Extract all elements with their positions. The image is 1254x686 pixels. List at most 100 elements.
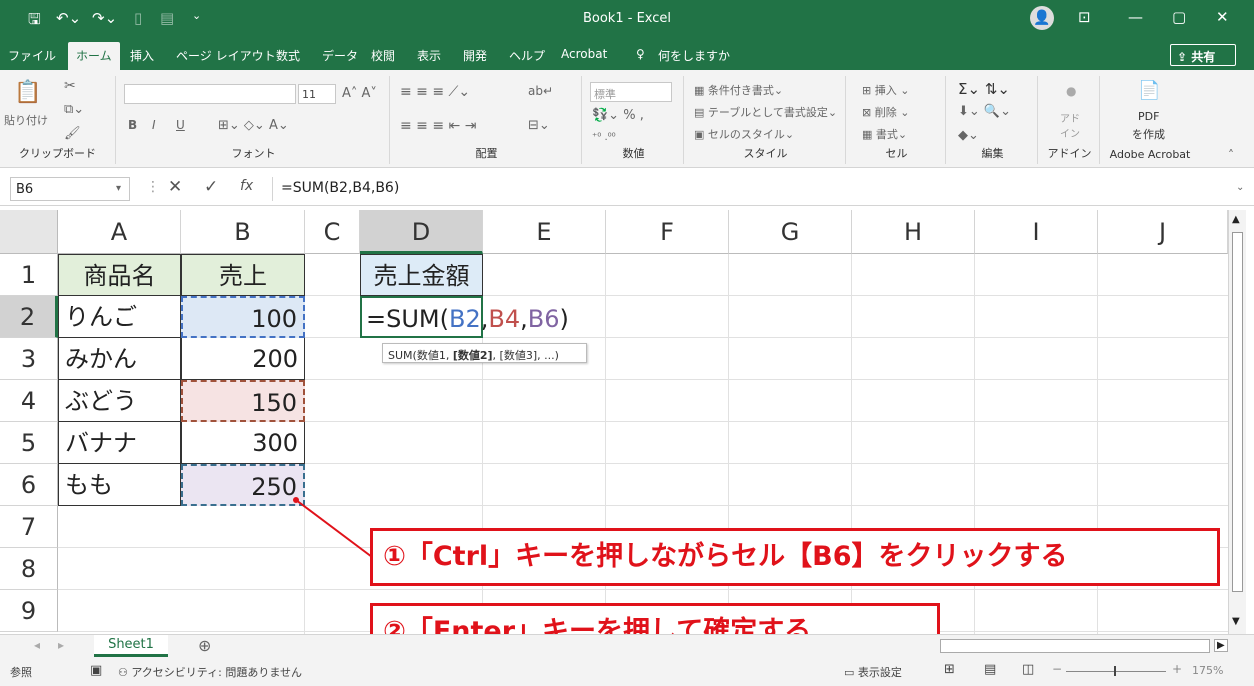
tab-help[interactable]: ヘルプ xyxy=(509,47,545,64)
clear-icon[interactable]: ◆⌄ xyxy=(958,128,979,143)
pdf-label[interactable]: PDF xyxy=(1138,110,1159,123)
scroll-down-icon[interactable]: ▼ xyxy=(1232,616,1240,627)
number-format-select[interactable]: 標準 xyxy=(590,82,672,102)
scroll-right-icon[interactable]: ▶ xyxy=(1214,639,1228,652)
cell-b2[interactable]: 100 xyxy=(181,296,305,338)
column-header[interactable]: F xyxy=(606,210,729,254)
close-icon[interactable]: ✕ xyxy=(1216,8,1229,26)
cell-styles-button[interactable]: ▣ セルのスタイル⌄ xyxy=(694,126,794,142)
addin-icon[interactable]: ● xyxy=(1066,84,1076,98)
cut-icon[interactable]: ✂ xyxy=(64,78,76,94)
minimize-icon[interactable]: — xyxy=(1128,8,1143,26)
column-header[interactable]: B xyxy=(181,210,305,254)
zoom-slider-thumb[interactable] xyxy=(1114,666,1116,676)
horizontal-scrollbar[interactable] xyxy=(940,639,1210,653)
scroll-up-icon[interactable]: ▲ xyxy=(1232,214,1240,225)
cell-a6[interactable]: もも xyxy=(58,464,181,506)
macro-icon[interactable]: ▣ xyxy=(90,663,102,678)
zoom-in-icon[interactable]: + xyxy=(1172,662,1182,676)
formula-input[interactable]: =SUM(B2,B4,B6) xyxy=(272,177,1232,201)
add-sheet-icon[interactable]: ⊕ xyxy=(198,636,211,655)
zoom-level[interactable]: 175% xyxy=(1192,664,1223,677)
tab-data[interactable]: データ xyxy=(322,47,358,64)
zoom-slider[interactable] xyxy=(1066,671,1166,672)
italic-button[interactable]: I xyxy=(152,118,156,132)
align-top-icon[interactable]: ≡ ≡ ≡ ⟋⌄ xyxy=(400,84,470,100)
format-cells-button[interactable]: ▦ 書式⌄ xyxy=(862,126,907,142)
row-header[interactable]: 9 xyxy=(0,590,58,632)
currency-icon[interactable]: 💱⌄ % , xyxy=(592,108,644,123)
page-layout-view-icon[interactable]: ▤ xyxy=(984,662,996,677)
wrap-text-icon[interactable]: ab↵ xyxy=(528,84,553,98)
pdf-icon[interactable]: 📄 xyxy=(1138,80,1160,101)
row-header[interactable]: 7 xyxy=(0,506,58,548)
zoom-out-icon[interactable]: − xyxy=(1052,662,1062,676)
copy-icon[interactable]: ⧉⌄ xyxy=(64,102,84,117)
scroll-thumb[interactable] xyxy=(1232,232,1243,592)
align-left-icon[interactable]: ≡ ≡ ≡ ⇤ ⇥ xyxy=(400,118,476,134)
accessibility-status[interactable]: ⚇ アクセシビリティ: 問題ありません xyxy=(118,664,302,680)
column-header[interactable]: H xyxy=(852,210,975,254)
tab-page-layout[interactable]: ページ レイアウト xyxy=(176,47,276,64)
cell-b4[interactable]: 150 xyxy=(181,380,305,422)
create-pdf-label[interactable]: を作成 xyxy=(1132,126,1165,142)
display-settings-button[interactable]: ▭ 表示設定 xyxy=(844,664,902,680)
column-header[interactable]: C xyxy=(305,210,360,254)
tab-view[interactable]: 表示 xyxy=(417,47,441,64)
column-header[interactable]: J xyxy=(1098,210,1228,254)
fill-icon[interactable]: ⬇⌄ 🔍⌄ xyxy=(958,104,1011,119)
tab-home[interactable]: ホーム xyxy=(68,42,120,70)
cell-b1[interactable]: 売上 xyxy=(181,254,305,296)
merge-icon[interactable]: ⊟⌄ xyxy=(528,118,550,133)
insert-cells-button[interactable]: ⊞ 挿入 ⌄ xyxy=(862,82,909,98)
share-button[interactable]: ⇪ 共有 ⌄ xyxy=(1170,44,1236,79)
cell-a4[interactable]: ぶどう xyxy=(58,380,181,422)
cell-a2[interactable]: りんご xyxy=(58,296,181,338)
ribbon-display-icon[interactable]: ⊡ xyxy=(1078,8,1091,26)
row-header[interactable]: 3 xyxy=(0,338,58,380)
column-header[interactable]: A xyxy=(58,210,181,254)
row-header[interactable]: 2 xyxy=(0,296,58,338)
format-painter-icon[interactable]: 🖌 xyxy=(64,126,81,141)
column-header[interactable]: D xyxy=(360,210,483,254)
cell-a3[interactable]: みかん xyxy=(58,338,181,380)
tab-review[interactable]: 校閲 xyxy=(371,47,395,64)
decimal-icon[interactable]: ⁺⁰ .⁰⁰ xyxy=(592,132,616,143)
row-header[interactable]: 8 xyxy=(0,548,58,590)
insert-function-icon[interactable]: fx xyxy=(240,178,253,194)
paste-label[interactable]: 貼り付け xyxy=(4,112,48,128)
maximize-icon[interactable]: ▢ xyxy=(1172,8,1186,26)
row-header[interactable]: 5 xyxy=(0,422,58,464)
border-icon[interactable]: ⊞⌄ ◇⌄ A⌄ xyxy=(218,118,289,133)
column-header[interactable]: E xyxy=(483,210,606,254)
sheet-tab[interactable]: Sheet1 xyxy=(94,635,168,657)
user-avatar-icon[interactable]: 👤 xyxy=(1030,6,1054,30)
bold-button[interactable]: B xyxy=(128,118,137,132)
vertical-scrollbar[interactable]: ▲ ▼ xyxy=(1228,210,1246,634)
cell-b3[interactable]: 200 xyxy=(181,338,305,380)
column-header[interactable]: I xyxy=(975,210,1098,254)
tab-developer[interactable]: 開発 xyxy=(463,47,487,64)
row-header[interactable]: 4 xyxy=(0,380,58,422)
underline-button[interactable]: U xyxy=(176,118,185,132)
tab-acrobat[interactable]: Acrobat xyxy=(561,47,607,61)
cell-b6[interactable]: 250 xyxy=(181,464,305,506)
cell-b5[interactable]: 300 xyxy=(181,422,305,464)
cell-d2-editing[interactable]: =SUM(B2,B4,B6) xyxy=(360,296,569,338)
next-sheet-icon[interactable]: ▸ xyxy=(58,638,64,652)
tab-file[interactable]: ファイル xyxy=(8,47,56,64)
row-header[interactable]: 6 xyxy=(0,464,58,506)
collapse-ribbon-icon[interactable]: ˄ xyxy=(1228,148,1234,162)
cell-d1[interactable]: 売上金額 xyxy=(360,254,483,296)
delete-cells-button[interactable]: ⊠ 削除 ⌄ xyxy=(862,104,909,120)
grow-font-icon[interactable]: A˄ A˅ xyxy=(342,86,377,101)
select-all-button[interactable] xyxy=(0,210,58,254)
row-header[interactable]: 1 xyxy=(0,254,58,296)
font-name-select[interactable] xyxy=(124,84,296,104)
font-size-select[interactable]: 11 xyxy=(298,84,336,104)
tab-insert[interactable]: 挿入 xyxy=(130,47,154,64)
enter-icon[interactable]: ✓ xyxy=(204,177,218,197)
cancel-icon[interactable]: ✕ xyxy=(168,177,182,197)
paste-icon[interactable]: 📋 xyxy=(14,80,41,105)
page-break-view-icon[interactable]: ◫ xyxy=(1022,662,1034,677)
